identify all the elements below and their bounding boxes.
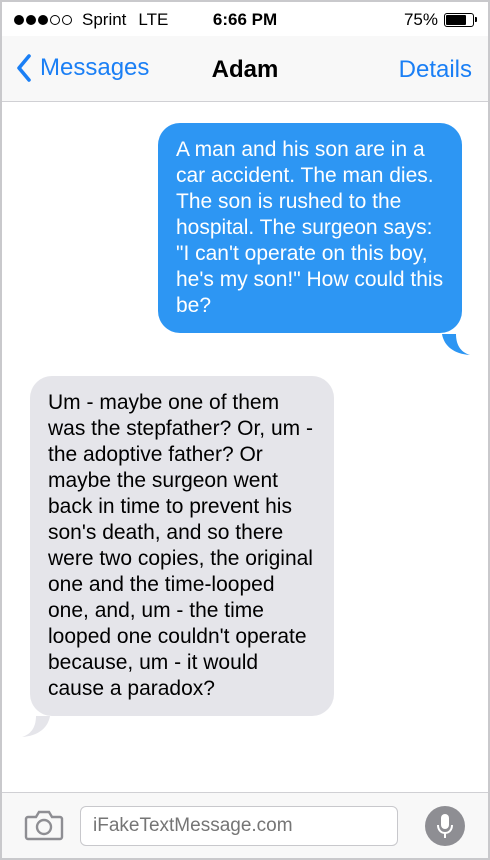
status-right: 75% (403, 10, 477, 30)
battery-icon (444, 13, 477, 27)
received-bubble-tail (22, 716, 50, 737)
sent-bubble-tail (442, 334, 470, 355)
conversation-header: Messages Adam Details (2, 36, 488, 102)
message-thread[interactable]: A man and his son are in a car accident.… (2, 102, 488, 792)
microphone-icon (437, 814, 453, 838)
details-button[interactable]: Details (399, 56, 472, 84)
received-message-bubble[interactable]: Um - maybe one of them was the stepfathe… (30, 376, 334, 716)
chevron-left-icon (17, 54, 31, 82)
status-bar: Sprint LTE 6:66 PM 75% (2, 2, 488, 36)
camera-icon (24, 810, 64, 841)
battery-percent: 75% (403, 10, 438, 29)
message-input[interactable] (80, 806, 398, 846)
phone-frame: Sprint LTE 6:66 PM 75% Messages Adam Det… (0, 0, 490, 860)
back-button-label: Messages (40, 54, 150, 81)
sent-message-bubble[interactable]: A man and his son are in a car accident.… (158, 123, 462, 333)
back-button[interactable]: Messages (16, 54, 149, 82)
microphone-button[interactable] (425, 806, 465, 846)
camera-button[interactable] (24, 809, 64, 846)
message-composer (2, 792, 488, 858)
battery-fill (446, 15, 466, 25)
